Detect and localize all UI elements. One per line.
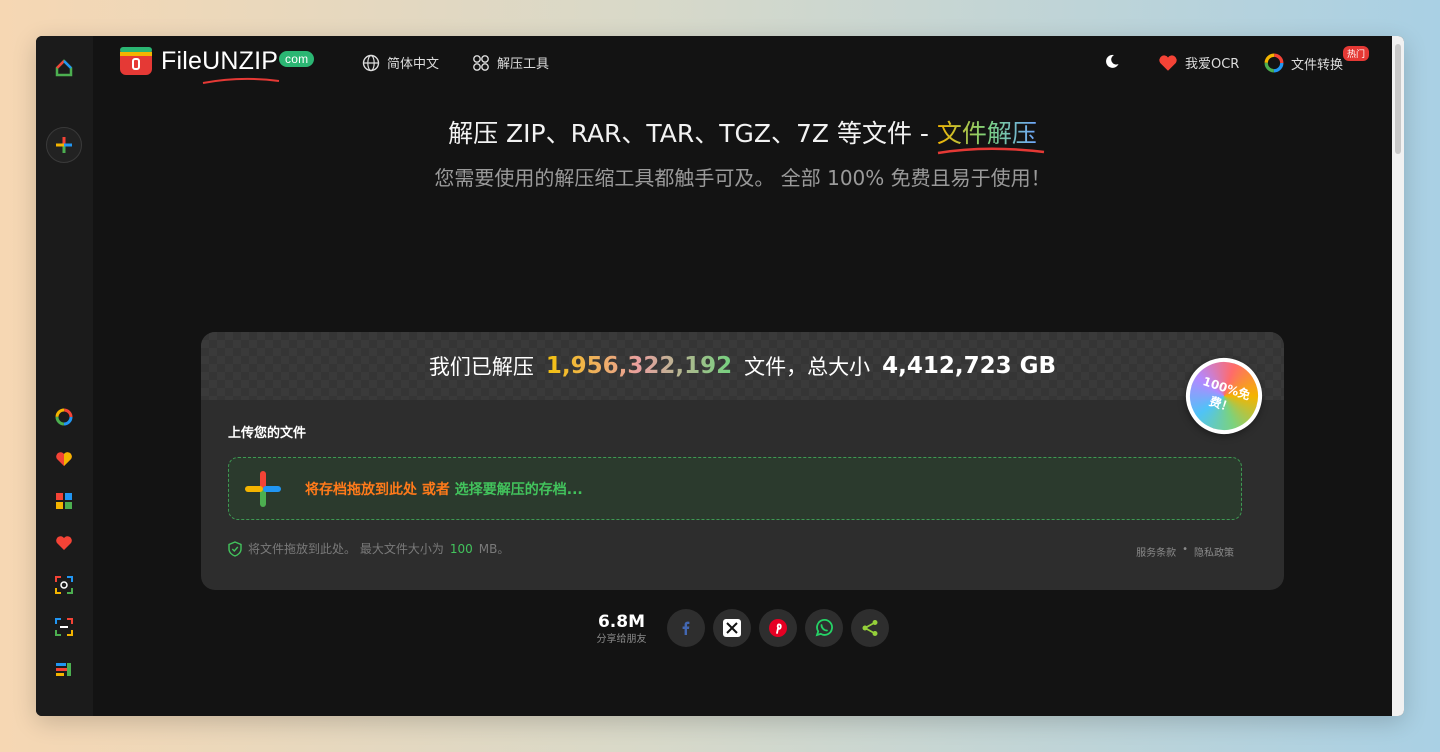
bars-icon[interactable] (53, 658, 75, 680)
add-tool-button[interactable] (46, 127, 82, 163)
page-title: 解压 ZIP、RAR、TAR、TGZ、7Z 等文件 - 文件解压 (448, 119, 1037, 148)
stats-middle: 文件，总大小 (744, 355, 871, 379)
browser-window: FileUNZIP com 简体中文 解压工具 我爱OCR 文件转换 热门 解压… (36, 36, 1404, 716)
heart-pdf-icon[interactable] (53, 448, 75, 470)
home-icon[interactable] (53, 57, 75, 79)
convert-link[interactable]: 文件转换 热门 (1264, 45, 1370, 73)
heart-logo-icon (1159, 54, 1177, 71)
title-swoosh (937, 147, 1045, 155)
upload-card: 我们已解压 1,956,322,192 文件，总大小 4,412,723 GB … (201, 332, 1284, 590)
link-icon[interactable] (53, 616, 75, 638)
tools-grid-icon (473, 54, 489, 71)
ocr-link[interactable]: 我爱OCR (1158, 53, 1239, 72)
logo-com-badge: com (279, 50, 315, 67)
pinterest-icon (768, 619, 787, 637)
site-logo[interactable]: FileUNZIP com (119, 45, 315, 84)
plus-icon (245, 470, 281, 507)
grid-apps-icon[interactable] (53, 490, 75, 512)
convert-label: 文件转换 热门 (1291, 45, 1370, 73)
privacy-link[interactable]: 隐私政策 (1194, 544, 1234, 559)
terms-link[interactable]: 服务条款 (1136, 544, 1176, 559)
facebook-icon (682, 621, 689, 635)
page-subtitle: 您需要使用的解压缩工具都触手可及。 全部 100% 免费且易于使用！ (434, 166, 1051, 190)
logo-text: FileUNZIP com (161, 47, 315, 84)
sidebar (36, 36, 93, 716)
drop-text: 将存档拖放到此处 或者 选择要解压的存档... (305, 481, 583, 498)
dark-mode-toggle[interactable] (1104, 53, 1120, 69)
legal-links: 服务条款 • 隐私政策 (1136, 544, 1234, 559)
language-label: 简体中文 (387, 57, 440, 72)
shield-check-icon (228, 540, 242, 557)
x-icon (722, 619, 741, 637)
facebook-share-button[interactable] (666, 609, 705, 647)
globe-icon (362, 54, 380, 71)
x-share-button[interactable] (712, 609, 751, 647)
more-share-button[interactable] (850, 609, 889, 647)
tools-label: 解压工具 (497, 57, 550, 72)
heart-icon[interactable] (53, 532, 75, 554)
pinterest-share-button[interactable] (758, 609, 797, 647)
file-dropzone[interactable]: 将存档拖放到此处 或者 选择要解压的存档... (228, 457, 1242, 520)
moon-icon (1106, 54, 1119, 68)
tools-menu[interactable]: 解压工具 (472, 53, 549, 72)
scan-icon[interactable] (53, 574, 75, 596)
scrollbar-thumb[interactable] (1395, 44, 1401, 154)
language-selector[interactable]: 简体中文 (362, 53, 439, 72)
stats-banner: 我们已解压 1,956,322,192 文件，总大小 4,412,723 GB (201, 332, 1284, 400)
upload-label: 上传您的文件 (228, 426, 307, 441)
plus-icon (56, 137, 72, 153)
share-icon (862, 620, 877, 636)
archive-logo-icon (120, 47, 152, 75)
total-size: 4,412,723 GB (882, 353, 1057, 379)
convert-app-icon[interactable] (53, 406, 75, 428)
share-count: 6.8M 分享给朋友 (596, 611, 647, 645)
upload-hint: 将文件拖放到此处。 最大文件大小为 100 MB。 (228, 540, 509, 557)
main-content: FileUNZIP com 简体中文 解压工具 我爱OCR 文件转换 热门 解压… (93, 36, 1392, 716)
convert-logo-icon (1264, 53, 1284, 73)
stats-prefix: 我们已解压 (428, 355, 534, 379)
whatsapp-share-button[interactable] (804, 609, 843, 647)
page-scrollbar[interactable] (1392, 36, 1404, 716)
logo-swoosh (202, 77, 280, 84)
files-count: 1,956,322,192 (545, 353, 733, 379)
whatsapp-icon (815, 619, 833, 637)
ocr-label: 我爱OCR (1185, 57, 1240, 72)
select-archive-link[interactable]: 选择要解压的存档... (455, 482, 583, 498)
hot-badge: 热门 (1343, 45, 1370, 61)
share-bar: 6.8M 分享给朋友 (93, 609, 1392, 647)
title-accent: 文件解压 (936, 119, 1037, 148)
